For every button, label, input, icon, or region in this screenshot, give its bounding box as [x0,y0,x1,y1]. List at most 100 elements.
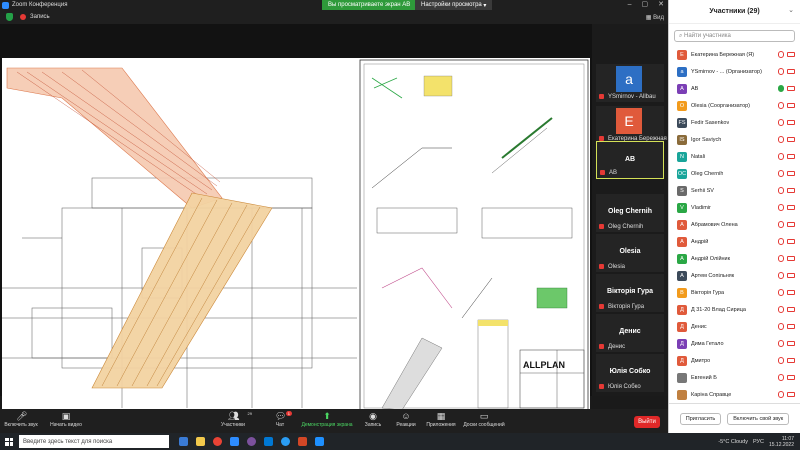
view-button[interactable]: ▦ Вид [646,14,664,21]
camera-off-icon [787,256,795,261]
whiteboards-button[interactable]: ▭ Доски сообщений [462,412,506,429]
gallery-tile[interactable]: E Екатерина Бережная [596,106,667,144]
viber-icon[interactable] [247,437,256,446]
participant-row[interactable]: E Екатерина Бережная (Я) [669,46,800,63]
cad-drawing: ALLPLAN [2,58,590,414]
video-gallery: a YSmirnov - Allbau E Екатерина Бережная AB A… [592,24,668,396]
participant-search-input[interactable]: ⌕ Найти участника [674,30,795,42]
participant-name: Вікторія Гура [691,289,725,296]
reactions-label: Реакции [396,422,416,428]
share-screen-button[interactable]: ⬆ Демонстрация экрана [296,412,358,429]
participant-name: Serhii SV [691,187,714,194]
start-video-button[interactable]: ▣ Начать видео [48,412,84,429]
participant-avatar: Д [677,338,687,349]
participant-row[interactable]: Каріна Справце [669,386,800,403]
zoom-app-icon[interactable] [230,437,239,446]
windows-start-icon[interactable] [5,437,13,446]
participant-row[interactable]: A AB [669,80,800,97]
task-view-icon[interactable] [179,437,188,446]
participant-row[interactable]: В Вікторія Гура [669,284,800,301]
participant-row[interactable]: S Serhii SV [669,182,800,199]
participant-row[interactable]: Д Дмитро [669,352,800,369]
start-video-label: Начать видео [50,422,82,428]
leave-button[interactable]: Выйти [634,416,660,428]
gallery-tile[interactable]: Olesia Olesia [596,234,664,272]
participant-row[interactable]: A Абрамович Олена [669,216,800,233]
chat-button[interactable]: 💬︎ Чат 1 [270,411,292,428]
participant-name: Д 31-20 Влад Сирица [691,306,746,313]
participant-row[interactable]: Д Д 31-20 Влад Сирица [669,301,800,318]
participant-name: AB [691,85,699,92]
participant-name: Fedir Sasenkov [691,119,730,126]
camera-off-icon [787,375,795,380]
participant-avatar: Д [677,355,687,366]
mic-muted-icon: 🎤︎ [16,411,28,421]
participant-row[interactable]: Евгений Б [669,369,800,386]
view-options-button[interactable]: Настройки просмотра ▾ [415,0,493,10]
participant-row[interactable]: Д Дима Гетало [669,335,800,352]
participant-name: Olesia (Соорганизатор) [691,102,751,109]
unmute-button[interactable]: 🎤︎ Включить звук [4,411,38,429]
apps-button[interactable]: ▦ Приложения [424,412,458,429]
participant-row[interactable]: FS Fedir Sasenkov [669,114,800,131]
gallery-tile[interactable]: AB AB [596,141,664,179]
participant-row[interactable]: V Vladimir [669,199,800,216]
gallery-tile[interactable]: Oleg Chernih Oleg Chernih [596,194,664,232]
gallery-tile[interactable]: Юлія Собко Юлія Собко [596,354,664,392]
clock[interactable]: 11:07 15.12.2022 [769,436,794,448]
chrome-icon[interactable] [213,437,222,446]
unmute-self-button[interactable]: Включить свой звук [727,412,790,425]
participant-avatar: V [677,202,687,213]
gallery-tile[interactable]: Денис Денис [596,314,664,352]
participant-row[interactable]: N Natali [669,148,800,165]
participant-row[interactable]: OC Oleg Chernih [669,165,800,182]
weather-widget[interactable]: -5°C Cloudy [718,439,748,445]
taskbar-search-input[interactable]: Введите здесь текст для поиска [19,435,169,448]
tile-name: Денис [608,344,626,350]
reactions-button[interactable]: ☺ Реакции [394,411,418,429]
edge-icon[interactable] [264,437,273,446]
minimize-icon[interactable]: – [628,0,632,10]
participant-row[interactable]: А Андрій [669,233,800,250]
tile-mic-muted-icon [599,304,604,309]
camera-off-icon [787,137,795,142]
store-icon[interactable] [315,437,324,446]
participant-row[interactable]: Д Денис [669,318,800,335]
tile-name: AB [609,170,618,176]
maximize-icon[interactable]: ▢ [642,0,649,10]
participant-row[interactable]: a YSmirnov - ... (Организатор) [669,63,800,80]
camera-off-icon [787,52,795,57]
participants-button[interactable]: 👥︎ Участники 29 [218,411,252,428]
participant-avatar: N [677,151,687,162]
mic-muted-icon [778,391,784,398]
window-controls: – ▢ ✕ [628,0,664,10]
tile-display-name: AB [624,156,636,163]
tile-mic-muted-icon [599,94,604,99]
tile-display-name: Olesia [619,248,641,255]
allplan-logo: ALLPLAN [523,360,565,370]
invite-button[interactable]: Пригласить [679,412,722,425]
participant-row[interactable]: А Андрій Олійник [669,250,800,267]
security-shield-icon[interactable] [6,13,13,21]
participant-row[interactable]: O Olesia (Соорганизатор) [669,97,800,114]
panel-collapse-icon[interactable]: ⌄ [788,6,794,14]
powerpoint-icon[interactable] [298,437,307,446]
participants-footer: Пригласить Включить свой звук [669,403,800,433]
camera-off-icon [787,392,795,397]
gallery-tile[interactable]: a YSmirnov - Allbau [596,64,664,102]
participant-row[interactable]: IS Igor Saviych [669,131,800,148]
close-icon[interactable]: ✕ [658,0,664,10]
file-explorer-icon[interactable] [196,437,205,446]
telegram-icon[interactable] [281,437,290,446]
participant-avatar: a [677,66,687,77]
participant-avatar: E [677,49,687,60]
tile-mic-muted-icon [599,224,604,229]
gallery-tile[interactable]: Вікторія Гура Вікторія Гура [596,274,664,312]
participant-avatar: В [677,287,687,298]
participant-name: Абрамович Олена [691,221,738,228]
record-button[interactable]: ◉ Запись [362,412,384,429]
reactions-icon: ☺ [401,411,411,421]
recording-bar: Запись ▦ Вид [0,10,668,24]
participant-row[interactable]: A Артем Сопільняк [669,267,800,284]
language-indicator[interactable]: РУС [753,439,764,445]
